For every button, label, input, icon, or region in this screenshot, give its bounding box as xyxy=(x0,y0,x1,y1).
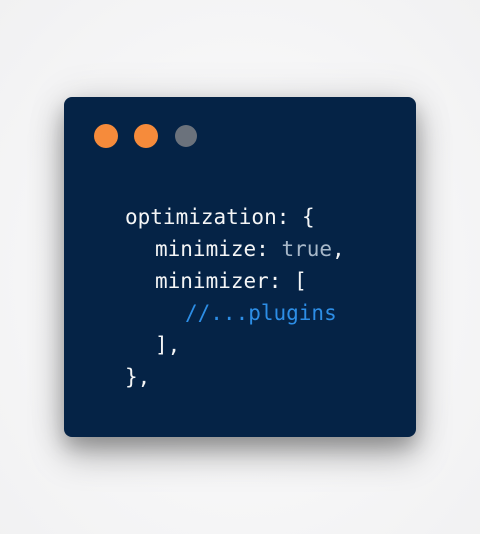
code-line-2: minimize: true, xyxy=(125,233,345,265)
code-window: optimization: { minimize: true, minimizer:… xyxy=(64,97,416,437)
orange-dot-icon-2 xyxy=(134,124,158,148)
code-line-2-key: minimize: xyxy=(155,237,282,261)
gray-dot-icon xyxy=(175,125,197,147)
code-line-5: ], xyxy=(155,333,181,357)
code-line-1: optimization: { xyxy=(125,205,315,229)
page: optimization: { minimize: true, minimizer:… xyxy=(0,0,480,534)
code-line-6: }, xyxy=(125,365,151,389)
code-line-2-value: true xyxy=(281,237,333,261)
orange-dot-icon xyxy=(94,124,118,148)
code-snippet: optimization: { minimize: true, minimizer:… xyxy=(125,201,345,393)
code-line-2-end: , xyxy=(332,237,345,261)
code-line-4-comment: //...plugins xyxy=(185,301,337,325)
code-line-3: minimizer: [ xyxy=(155,269,307,293)
